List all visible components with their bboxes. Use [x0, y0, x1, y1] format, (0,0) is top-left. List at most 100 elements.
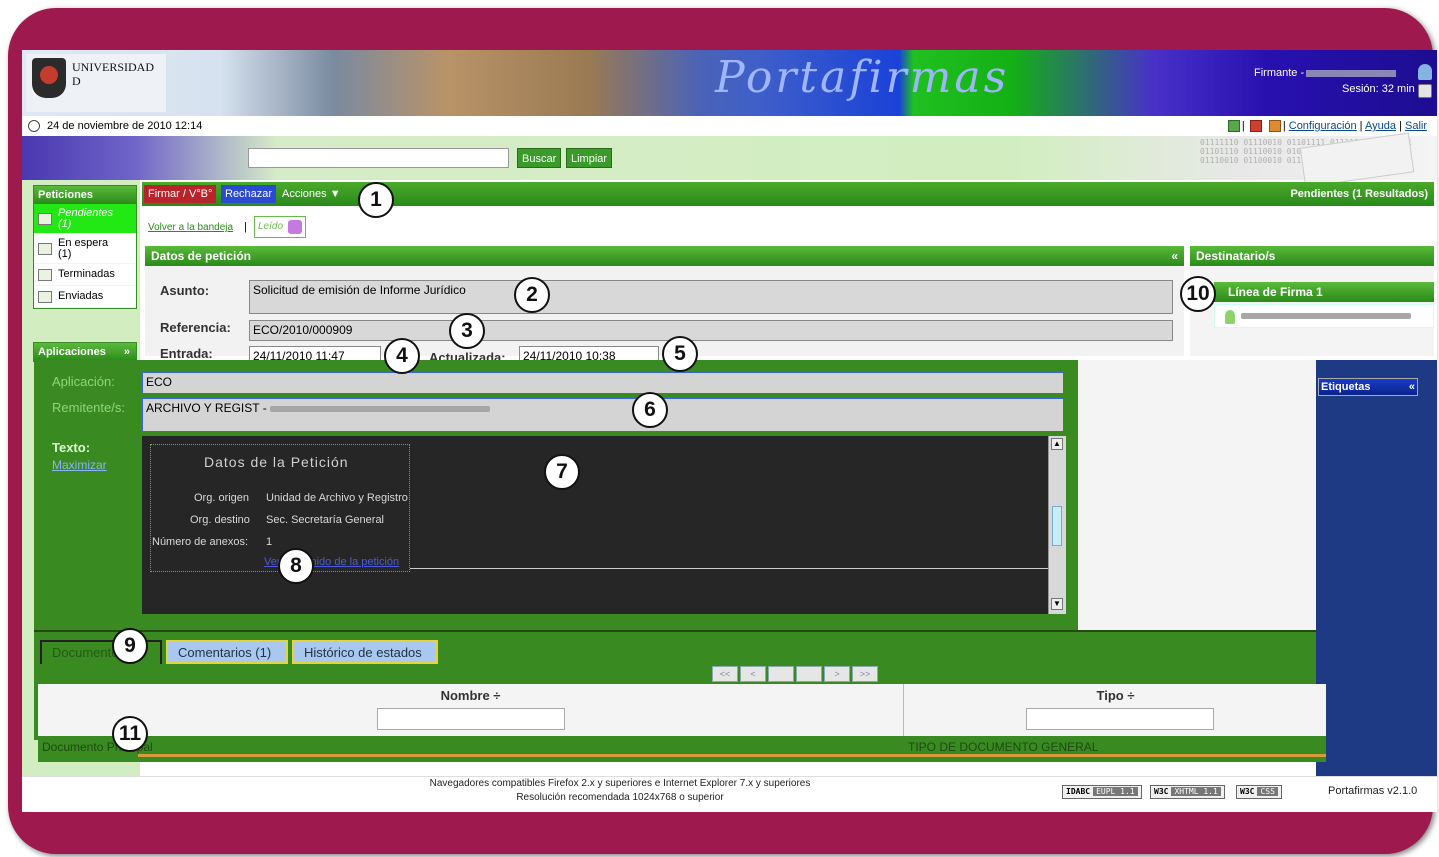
last-page-button[interactable]: >>: [852, 666, 878, 682]
callout-3: 3: [449, 313, 485, 349]
tab-comentarios[interactable]: Comentarios (1): [166, 640, 288, 664]
ayuda-link[interactable]: Ayuda: [1365, 120, 1396, 132]
footer: Navegadores compatibles Firefox 2.x y su…: [22, 776, 1437, 812]
rechazar-button[interactable]: Rechazar: [221, 185, 277, 203]
aplicaciones-panel: Aplicaciones »: [33, 342, 137, 362]
nombre-header[interactable]: Nombre ÷: [38, 688, 903, 703]
table-row[interactable]: Documento Principal TIPO DE DOCUMENTO GE…: [38, 736, 1326, 762]
configuracion-link[interactable]: Configuración: [1289, 120, 1357, 132]
asunto-label: Asunto:: [160, 283, 210, 298]
callout-4: 4: [384, 338, 420, 374]
salir-link[interactable]: Salir: [1405, 120, 1427, 132]
remitente-redacted: [270, 405, 491, 412]
aplicacion-label: Aplicación:: [52, 374, 115, 389]
callout-7: 7: [544, 454, 580, 490]
firmar-button[interactable]: Firmar / V°B°: [144, 185, 217, 203]
nombre-filter-input[interactable]: [377, 708, 565, 730]
callout-11: 11: [112, 716, 148, 752]
page-input[interactable]: [768, 666, 794, 682]
tree-icon[interactable]: [1227, 120, 1240, 133]
org-origen-value: Unidad de Archivo y Registro: [266, 492, 408, 504]
documents-table: Nombre ÷ Tipo ÷: [38, 684, 1326, 736]
aplicaciones-title[interactable]: Aplicaciones »: [34, 343, 136, 361]
datos-peticion-header: Datos de petición «: [145, 246, 1184, 266]
prev-page-button[interactable]: <: [740, 666, 766, 682]
signer-row: [1214, 304, 1434, 328]
referencia-field: ECO/2010/000909: [249, 320, 1173, 341]
tab-historico[interactable]: Histórico de estados: [292, 640, 438, 664]
limpiar-button[interactable]: Limpiar: [566, 148, 613, 168]
folder-icon: [38, 268, 52, 281]
collapse-icon[interactable]: «: [1409, 379, 1415, 395]
collapse-icon[interactable]: «: [1171, 246, 1178, 266]
callout-8: 8: [278, 548, 314, 584]
scroll-down-icon[interactable]: ▼: [1051, 598, 1063, 610]
overlay-gray-area: [1078, 360, 1328, 630]
university-crest-icon: [32, 58, 66, 98]
search-input[interactable]: [248, 148, 509, 168]
texto-content-title: Datos de la Petición: [204, 454, 349, 470]
num-anexos-value: 1: [266, 536, 273, 548]
scroll-up-icon[interactable]: ▲: [1051, 438, 1063, 450]
clock-icon: [28, 120, 40, 132]
callout-6: 6: [632, 392, 668, 428]
acciones-dropdown[interactable]: Acciones ▼: [278, 185, 345, 203]
footer-browsers: Navegadores compatibles Firefox 2.x y su…: [429, 778, 811, 789]
session-timer: Sesión: 32 min: [1342, 83, 1415, 95]
texto-content-area: Datos de la Petición Org. origen Unidad …: [142, 436, 1050, 614]
print-icon[interactable]: [1249, 120, 1262, 133]
asunto-field: Solicitud de emisión de Informe Jurídico: [249, 280, 1173, 314]
buscar-button[interactable]: Buscar: [517, 148, 562, 168]
firmante-label: Firmante -: [1254, 67, 1397, 79]
first-page-button[interactable]: <<: [712, 666, 738, 682]
destinatarios-header: Destinatario/s: [1190, 246, 1434, 266]
scroll-thumb[interactable]: [1052, 506, 1062, 546]
org-destino-value: Sec. Secretaría General: [266, 514, 385, 526]
next-page-button[interactable]: >: [824, 666, 850, 682]
etiquetas-column: Etiquetas «: [1316, 360, 1437, 776]
linea-firma-header: Línea de Firma 1: [1214, 282, 1434, 302]
separator-line: [410, 568, 1050, 569]
volver-link[interactable]: Volver a la bandeja: [148, 222, 233, 233]
university-name: UNIVERSIDAD: [72, 60, 154, 74]
export-icon[interactable]: [1268, 120, 1281, 133]
num-anexos-label: Número de anexos:: [152, 536, 248, 548]
entrada-label: Entrada:: [160, 346, 213, 361]
expand-icon[interactable]: »: [124, 343, 130, 361]
envelope-icon: [38, 212, 52, 225]
org-destino-label: Org. destino: [190, 514, 250, 526]
leido-button[interactable]: Leído: [254, 216, 306, 238]
send-icon: [38, 290, 52, 303]
tipo-filter-input[interactable]: [1026, 708, 1214, 730]
page-total: [796, 666, 822, 682]
row-underline: [138, 754, 1326, 757]
footer-resolution: Resolución recomendada 1024x768 o superi…: [516, 792, 724, 803]
callout-9: 9: [112, 628, 148, 664]
app-window: UNIVERSIDAD D Portafirmas Firmante - Ses…: [22, 50, 1437, 776]
eupl-badge[interactable]: IDABC EUPL 1.1: [1062, 785, 1142, 799]
current-date: 24 de noviembre de 2010 12:14: [47, 120, 203, 132]
envelope-clock-icon: [38, 242, 52, 255]
peticion-detail-overlay: Aplicación: ECO Remitente/s: ARCHIVO Y R…: [34, 360, 1328, 740]
signer-name-redacted: [1241, 313, 1411, 319]
sidebar-item-pendientes[interactable]: Pendientes (1): [34, 204, 136, 234]
referencia-label: Referencia:: [160, 320, 231, 335]
date-row: 24 de noviembre de 2010 12:14 | | Config…: [22, 116, 1437, 136]
peticiones-title: Peticiones: [34, 186, 136, 204]
xhtml-badge[interactable]: W3C XHTML 1.1: [1150, 785, 1225, 799]
tipo-header[interactable]: Tipo ÷: [905, 688, 1326, 703]
callout-2: 2: [514, 277, 550, 313]
css-badge[interactable]: W3C CSS: [1236, 785, 1282, 799]
document-type: TIPO DE DOCUMENTO GENERAL: [908, 740, 1099, 754]
header-banner: UNIVERSIDAD D Portafirmas Firmante - Ses…: [22, 50, 1437, 116]
portafirmas-logo: Portafirmas: [715, 52, 1010, 103]
sub-toolbar: Volver a la bandeja | Leído: [142, 208, 1434, 240]
tipo-column: Tipo ÷: [905, 684, 1326, 736]
firmante-name-redacted: [1306, 69, 1397, 77]
sidebar-item-en-espera[interactable]: En espera (1): [34, 234, 136, 264]
texto-scrollbar[interactable]: ▲ ▼: [1048, 436, 1066, 614]
sidebar-item-terminadas[interactable]: Terminadas: [34, 264, 136, 286]
maximizar-link[interactable]: Maximizar: [52, 458, 107, 472]
sidebar-item-enviadas[interactable]: Enviadas: [34, 286, 136, 308]
top-links: | | Configuración | Ayuda | Salir: [1226, 120, 1427, 133]
